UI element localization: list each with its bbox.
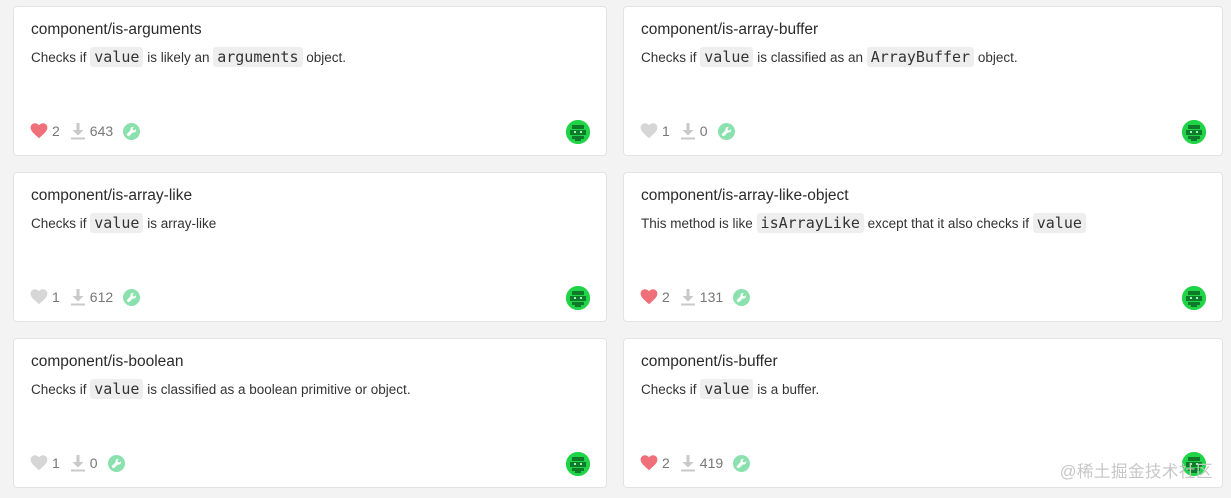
download-icon <box>70 454 86 472</box>
component-card[interactable]: component/is-array-like Checks if value i… <box>13 172 607 322</box>
download-stat: 419 <box>680 454 723 472</box>
inline-code: ArrayBuffer <box>866 47 975 67</box>
description-text: Checks if <box>31 382 91 397</box>
card-stats: 10 <box>640 121 735 141</box>
download-stat: 643 <box>70 122 113 140</box>
download-icon <box>680 288 696 306</box>
download-stat: 0 <box>70 454 98 472</box>
like-stat[interactable]: 2 <box>640 289 670 305</box>
card-description: Checks if value is likely an arguments o… <box>31 45 596 70</box>
description-text: is a buffer. <box>753 382 820 397</box>
inline-code: arguments <box>213 47 303 67</box>
inline-code: value <box>90 379 144 399</box>
card-description: Checks if value is classified as a boole… <box>31 377 596 402</box>
download-icon <box>680 454 696 472</box>
card-description: Checks if value is a buffer. <box>641 377 1212 402</box>
download-count: 643 <box>89 123 114 139</box>
component-card[interactable]: component/is-array-buffer Checks if value… <box>623 6 1223 156</box>
card-stats: 10 <box>30 453 125 473</box>
heart-icon[interactable] <box>640 289 658 305</box>
watermark-text: @稀土掘金技术社区 <box>1059 463 1213 481</box>
heart-icon[interactable] <box>30 123 48 139</box>
card-title[interactable]: component/is-array-like <box>31 187 192 205</box>
like-stat[interactable]: 2 <box>640 455 670 471</box>
card-title[interactable]: component/is-boolean <box>31 353 184 371</box>
download-count: 131 <box>699 289 724 305</box>
like-stat[interactable]: 2 <box>30 123 60 139</box>
description-text: is classified as a boolean primitive or … <box>143 382 411 397</box>
description-text: Checks if <box>641 382 701 397</box>
inline-code: value <box>90 213 144 233</box>
description-text: is array-like <box>143 216 217 231</box>
inline-code: value <box>700 379 754 399</box>
description-text: Checks if <box>31 216 91 231</box>
download-count: 0 <box>699 123 708 139</box>
like-count: 1 <box>52 289 60 305</box>
avatar-icon[interactable] <box>1182 120 1206 144</box>
download-icon <box>70 122 86 140</box>
like-stat[interactable]: 1 <box>30 289 60 305</box>
like-count: 1 <box>52 455 60 471</box>
heart-icon[interactable] <box>30 289 48 305</box>
card-stats: 2 419 <box>640 453 751 473</box>
like-stat[interactable]: 1 <box>640 123 670 139</box>
heart-icon[interactable] <box>30 455 48 471</box>
wrench-icon[interactable] <box>107 454 125 472</box>
avatar-icon[interactable] <box>566 286 590 310</box>
wrench-icon[interactable] <box>123 122 141 140</box>
wrench-icon[interactable] <box>123 288 141 306</box>
avatar-icon[interactable] <box>566 452 590 476</box>
like-stat[interactable]: 1 <box>30 455 60 471</box>
download-icon <box>70 288 86 306</box>
description-text: is likely an <box>143 50 214 65</box>
inline-code: value <box>700 47 754 67</box>
inline-code: value <box>1032 213 1086 233</box>
avatar-icon[interactable] <box>1182 286 1206 310</box>
card-title[interactable]: component/is-arguments <box>31 21 202 39</box>
wrench-icon[interactable] <box>733 454 751 472</box>
download-count: 419 <box>699 455 724 471</box>
download-stat: 131 <box>680 288 723 306</box>
inline-code: value <box>90 47 144 67</box>
download-count: 612 <box>89 289 114 305</box>
card-title[interactable]: component/is-array-like-object <box>641 187 849 205</box>
card-title[interactable]: component/is-buffer <box>641 353 778 371</box>
inline-code: isArrayLike <box>756 213 864 233</box>
description-text: This method is like <box>641 216 757 231</box>
card-stats: 1 612 <box>30 287 141 307</box>
description-text: except that it also checks if <box>863 216 1033 231</box>
description-text: object. <box>302 50 347 65</box>
download-icon <box>680 122 696 140</box>
card-description: This method is like isArrayLike except t… <box>641 211 1212 236</box>
download-stat: 612 <box>70 288 113 306</box>
download-stat: 0 <box>680 122 708 140</box>
card-description: Checks if value is array-like <box>31 211 596 236</box>
like-count: 1 <box>662 123 670 139</box>
component-card[interactable]: component/is-array-like-object This metho… <box>623 172 1223 322</box>
card-stats: 2 131 <box>640 287 751 307</box>
description-text: Checks if <box>641 50 701 65</box>
card-description: Checks if value is classified as an Arra… <box>641 45 1212 70</box>
component-grid: component/is-arguments Checks if value is… <box>13 6 1223 488</box>
download-count: 0 <box>89 455 98 471</box>
component-card[interactable]: component/is-boolean Checks if value is c… <box>13 338 607 488</box>
description-text: is classified as an <box>753 50 867 65</box>
heart-icon[interactable] <box>640 123 658 139</box>
component-card[interactable]: component/is-arguments Checks if value is… <box>13 6 607 156</box>
card-title[interactable]: component/is-array-buffer <box>641 21 818 39</box>
like-count: 2 <box>662 455 670 471</box>
wrench-icon[interactable] <box>717 122 735 140</box>
description-text: Checks if <box>31 50 91 65</box>
like-count: 2 <box>662 289 670 305</box>
avatar-icon[interactable] <box>566 120 590 144</box>
description-text: object. <box>974 50 1018 65</box>
card-stats: 2 643 <box>30 121 141 141</box>
like-count: 2 <box>52 123 60 139</box>
wrench-icon[interactable] <box>733 288 751 306</box>
heart-icon[interactable] <box>640 455 658 471</box>
